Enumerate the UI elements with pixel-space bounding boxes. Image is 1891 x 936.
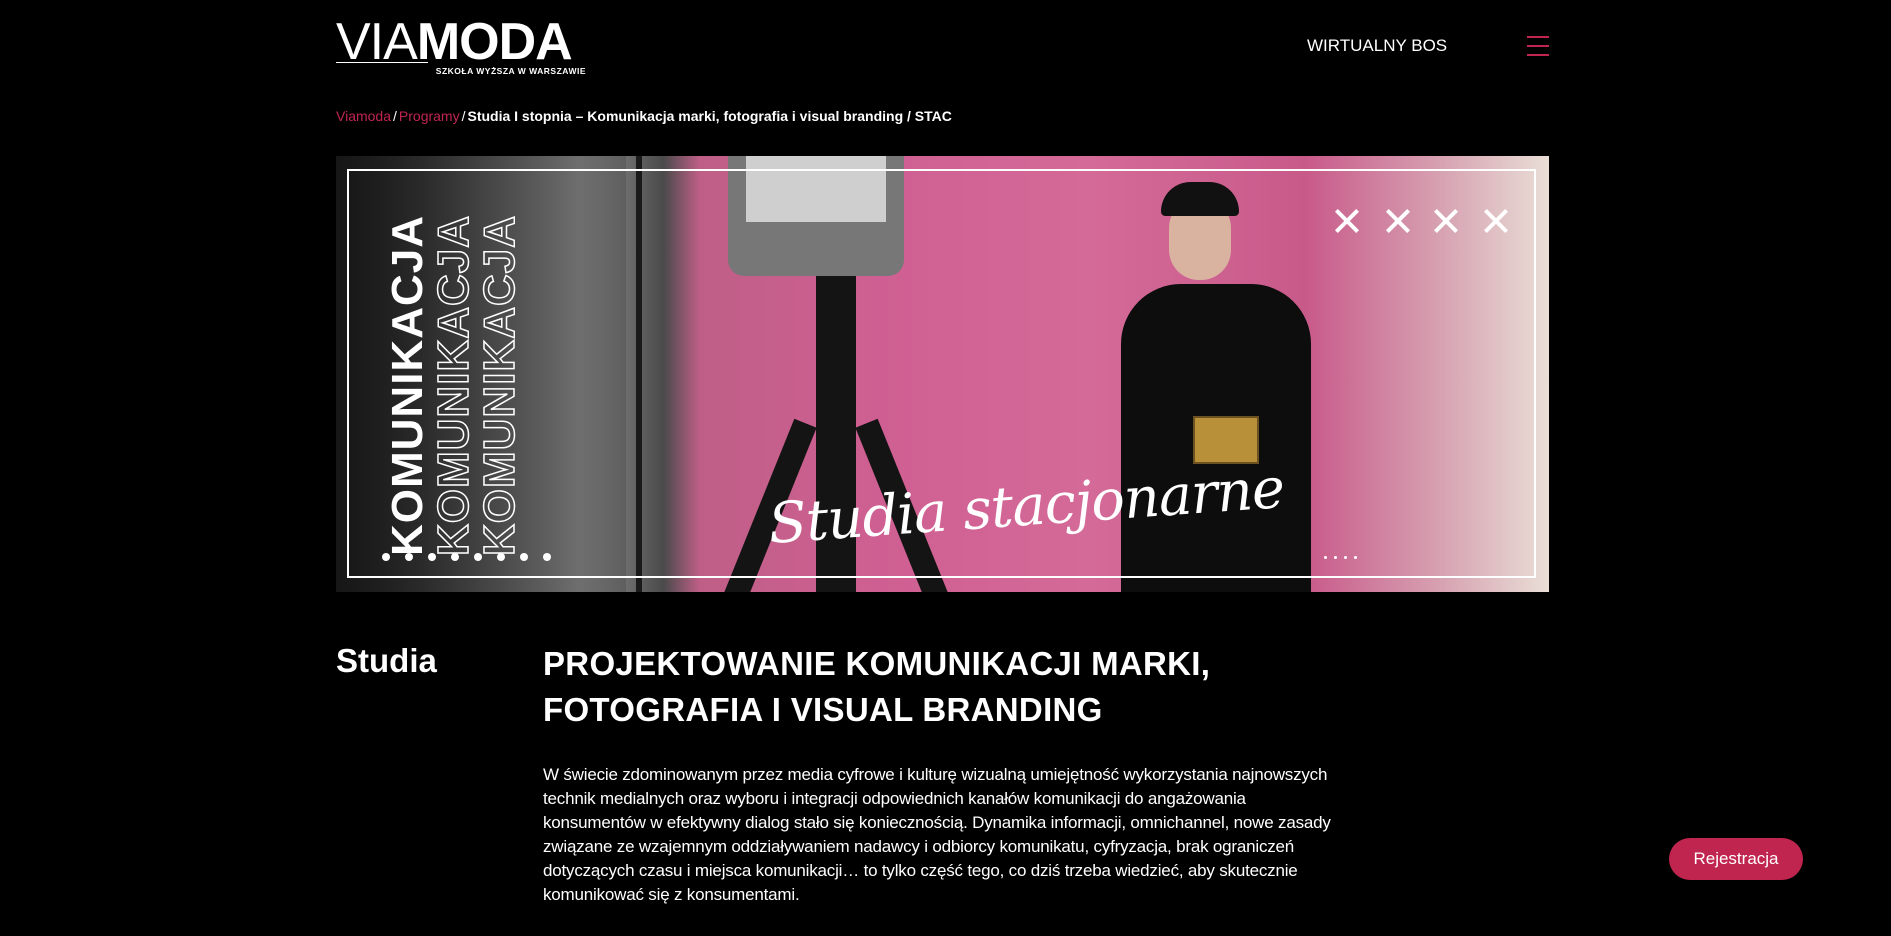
- logo-underline: [336, 62, 428, 63]
- dot: [1324, 556, 1327, 559]
- breadcrumb-link-viamoda[interactable]: Viamoda: [336, 108, 391, 124]
- dot: [451, 553, 459, 561]
- dot: [497, 553, 505, 561]
- x-icon: [1483, 208, 1509, 234]
- decorative-dots: [382, 553, 562, 565]
- page: VIAMODA SZKOŁA WYŻSZA W WARSZAWIE WIRTUA…: [0, 0, 1891, 936]
- hamburger-line: [1527, 54, 1549, 56]
- dot: [1354, 556, 1357, 559]
- hamburger-line: [1527, 45, 1549, 47]
- breadcrumb-separator: /: [393, 108, 397, 124]
- dot: [382, 553, 390, 561]
- decorative-crosses: [1334, 208, 1514, 238]
- hero-banner: KOMUNIKACJA KOMUNIKACJA KOMUNIKACJA Stud…: [336, 156, 1549, 592]
- hamburger-menu-icon[interactable]: [1527, 36, 1549, 56]
- vertical-word-outline: KOMUNIKACJA: [474, 214, 525, 557]
- section-label: Studia: [336, 642, 437, 679]
- dot: [405, 553, 413, 561]
- program-intro: W świecie zdominowanym przez media cyfro…: [543, 765, 1331, 904]
- breadcrumb-current: Studia I stopnia – Komunikacja marki, fo…: [467, 108, 952, 124]
- dot: [1344, 556, 1347, 559]
- x-icon: [1433, 208, 1459, 234]
- dot: [520, 553, 528, 561]
- x-icon: [1385, 208, 1411, 234]
- logo-moda: MODA: [416, 13, 573, 71]
- logo-tagline: SZKOŁA WYŻSZA W WARSZAWIE: [435, 66, 586, 76]
- dot: [428, 553, 436, 561]
- decorative-dots-small: [1324, 556, 1368, 562]
- hamburger-line: [1527, 36, 1549, 38]
- nav-link-wirtualny-bos[interactable]: WIRTUALNY BOS: [1307, 36, 1447, 56]
- breadcrumb: Viamoda / Programy / Studia I stopnia – Komu…: [336, 108, 952, 124]
- vertical-word-outline: KOMUNIKACJA: [428, 214, 479, 557]
- logo-wordmark: VIAMODA: [336, 16, 586, 68]
- viamoda-logo[interactable]: VIAMODA SZKOŁA WYŻSZA W WARSZAWIE: [336, 16, 586, 78]
- x-icon: [1334, 208, 1360, 234]
- program-heading: PROJEKTOWANIE KOMUNIKACJI MARKI, FOTOGRA…: [543, 645, 1211, 728]
- breadcrumb-link-programy[interactable]: Programy: [399, 108, 460, 124]
- dot: [474, 553, 482, 561]
- breadcrumb-separator: /: [461, 108, 466, 124]
- register-button[interactable]: Rejestracja: [1669, 838, 1803, 880]
- vertical-word-solid: KOMUNIKACJA: [383, 215, 432, 556]
- dot: [1334, 556, 1337, 559]
- dot: [543, 553, 551, 561]
